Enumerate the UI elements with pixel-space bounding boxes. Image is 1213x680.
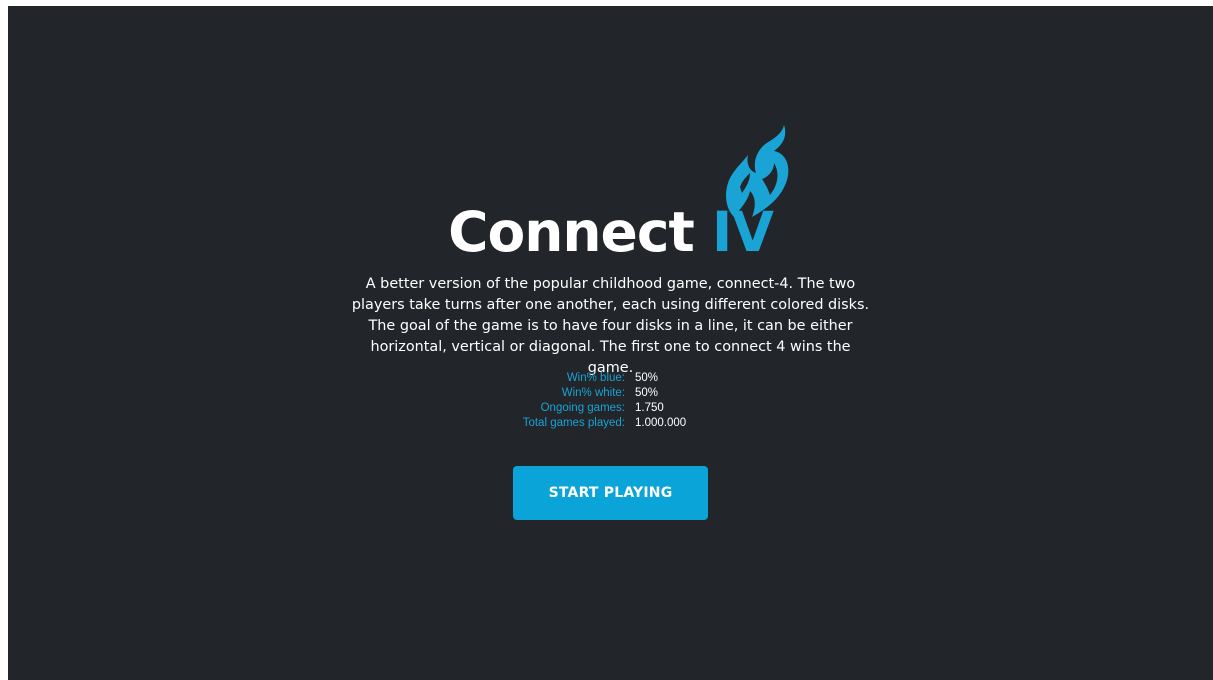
title-accent: IV — [711, 200, 774, 264]
stat-value: 1.750 — [635, 402, 664, 414]
stat-label: Total games played: — [522, 417, 625, 429]
stat-value: 50% — [635, 387, 659, 399]
landing-page: Connect IV A better version of the popul… — [8, 6, 1213, 680]
stat-row-win-blue: Win% blue: 50% — [410, 371, 810, 386]
app-title: Connect IV — [8, 200, 1213, 264]
stat-row-ongoing-games: Ongoing games: 1.750 — [410, 401, 810, 416]
game-description: A better version of the popular childhoo… — [351, 276, 870, 376]
start-playing-button[interactable]: START PLAYING — [513, 466, 708, 520]
stat-row-win-white: Win% white: 50% — [410, 386, 810, 401]
stat-row-total-games: Total games played: 1.000.000 — [410, 416, 810, 431]
stat-value: 1.000.000 — [635, 417, 687, 429]
stats-panel: Win% blue: 50% Win% white: 50% Ongoing g… — [410, 371, 810, 431]
stat-label: Win% blue: — [566, 372, 625, 384]
title-main: Connect — [448, 200, 695, 264]
stat-value: 50% — [635, 372, 659, 384]
stat-label: Ongoing games: — [540, 402, 625, 414]
stat-label: Win% white: — [561, 387, 625, 399]
